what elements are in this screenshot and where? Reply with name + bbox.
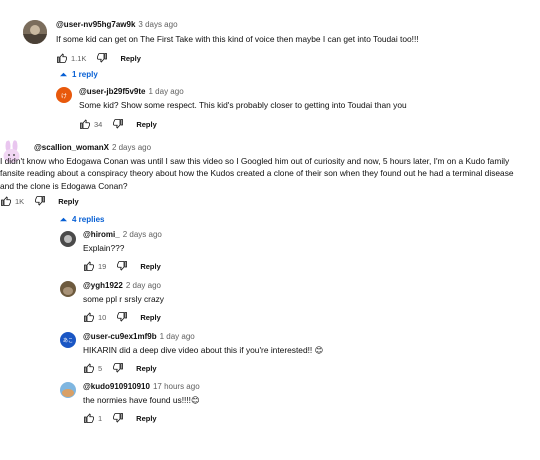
dislike-icon[interactable] bbox=[112, 362, 124, 374]
comment-author[interactable]: @user-cu9ex1mf9b bbox=[83, 332, 157, 341]
comment-author[interactable]: @user-nv95hg7aw9k bbox=[56, 20, 135, 29]
like-count: 1.1K bbox=[71, 53, 87, 63]
comment-thread: @scallion_womanX 2 days ago I didn't know… bbox=[0, 140, 540, 460]
avatar[interactable] bbox=[60, 382, 76, 398]
comment-time[interactable]: 2 days ago bbox=[123, 230, 162, 239]
like-count: 5 bbox=[98, 363, 103, 373]
comment-text: If some kid can get on The First Take wi… bbox=[56, 34, 419, 44]
replies-toggle-label: 4 replies bbox=[72, 215, 105, 224]
avatar[interactable] bbox=[60, 281, 76, 297]
comment-header: @user-cu9ex1mf9b 1 day ago bbox=[83, 332, 195, 342]
comment-text: Explain??? bbox=[83, 243, 125, 253]
replies-toggle[interactable]: 1 reply bbox=[59, 70, 98, 79]
like-icon[interactable] bbox=[56, 52, 68, 64]
like-icon[interactable] bbox=[83, 412, 95, 424]
avatar[interactable]: あこ bbox=[60, 332, 76, 348]
comment-time[interactable]: 3 days ago bbox=[138, 20, 177, 29]
reply-button[interactable]: Reply bbox=[140, 313, 160, 322]
like-count: 1K bbox=[15, 196, 25, 206]
dislike-icon[interactable] bbox=[116, 311, 128, 323]
comment-text: HIKARIN did a deep dive video about this… bbox=[83, 345, 324, 355]
reply-button[interactable]: Reply bbox=[136, 120, 156, 129]
reply-button[interactable]: Reply bbox=[140, 262, 160, 271]
comment-actions: 1K Reply bbox=[0, 194, 79, 208]
comment-actions: 1 Reply bbox=[83, 411, 157, 425]
comment-time[interactable]: 2 days ago bbox=[112, 143, 151, 152]
comment-author[interactable]: @scallion_womanX bbox=[34, 143, 109, 152]
avatar-letter: け bbox=[60, 93, 67, 100]
like-icon[interactable] bbox=[83, 311, 95, 323]
comment-header: @kudo910910910 17 hours ago bbox=[83, 382, 200, 392]
comment-author[interactable]: @ygh1922 bbox=[83, 281, 123, 290]
like-icon[interactable] bbox=[83, 362, 95, 374]
comment-actions: 34 Reply bbox=[79, 117, 157, 131]
like-icon[interactable] bbox=[83, 260, 95, 272]
avatar[interactable]: け bbox=[56, 87, 72, 103]
chevron-up-icon bbox=[60, 217, 67, 222]
comment-actions: 5 Reply bbox=[83, 361, 157, 375]
comment-author[interactable]: @user-jb29f5v9te bbox=[79, 87, 146, 96]
reply-button[interactable]: Reply bbox=[136, 414, 156, 423]
avatar-letter: あこ bbox=[62, 337, 73, 344]
comment-header: @user-jb29f5v9te 1 day ago bbox=[79, 87, 184, 97]
like-icon[interactable] bbox=[79, 118, 91, 130]
like-icon[interactable] bbox=[0, 195, 12, 207]
dislike-icon[interactable] bbox=[34, 195, 46, 207]
comment-time[interactable]: 1 day ago bbox=[160, 332, 195, 341]
comment-time[interactable]: 1 day ago bbox=[149, 87, 184, 96]
like-count: 19 bbox=[98, 261, 107, 271]
comment-author[interactable]: @hiromi_ bbox=[83, 230, 120, 239]
comment-author[interactable]: @kudo910910910 bbox=[83, 382, 150, 391]
avatar[interactable] bbox=[23, 20, 47, 44]
comment-thread: @user-nv95hg7aw9k 3 days ago If some kid … bbox=[0, 0, 540, 140]
dislike-icon[interactable] bbox=[116, 260, 128, 272]
chevron-up-icon bbox=[60, 72, 67, 77]
replies-toggle[interactable]: 4 replies bbox=[59, 215, 104, 224]
like-count: 1 bbox=[98, 413, 103, 423]
like-count: 10 bbox=[98, 312, 107, 322]
comment-text: the normies have found us!!!!😊 bbox=[83, 395, 200, 405]
avatar[interactable] bbox=[60, 231, 76, 247]
comment-header: @scallion_womanX 2 days ago bbox=[34, 143, 151, 153]
reply-button[interactable]: Reply bbox=[120, 54, 140, 63]
reply-button[interactable]: Reply bbox=[58, 197, 78, 206]
comment-header: @hiromi_ 2 days ago bbox=[83, 230, 162, 240]
dislike-icon[interactable] bbox=[112, 118, 124, 130]
comment-actions: 10 Reply bbox=[83, 310, 161, 324]
comment-actions: 19 Reply bbox=[83, 259, 161, 273]
comment-actions: 1.1K Reply bbox=[56, 51, 141, 65]
replies-toggle-label: 1 reply bbox=[72, 70, 98, 79]
comment-header: @ygh1922 2 day ago bbox=[83, 281, 161, 291]
comment-time[interactable]: 2 day ago bbox=[126, 281, 161, 290]
comment-time[interactable]: 17 hours ago bbox=[153, 382, 200, 391]
comment-text: I didn't know who Edogawa Conan was unti… bbox=[0, 156, 514, 191]
comment-text: Some kid? Show some respect. This kid's … bbox=[79, 100, 407, 110]
like-count: 34 bbox=[94, 119, 103, 129]
dislike-icon[interactable] bbox=[112, 412, 124, 424]
comment-header: @user-nv95hg7aw9k 3 days ago bbox=[56, 20, 178, 30]
comment-text: some ppl r srsly crazy bbox=[83, 294, 164, 304]
dislike-icon[interactable] bbox=[96, 52, 108, 64]
reply-button[interactable]: Reply bbox=[136, 364, 156, 373]
